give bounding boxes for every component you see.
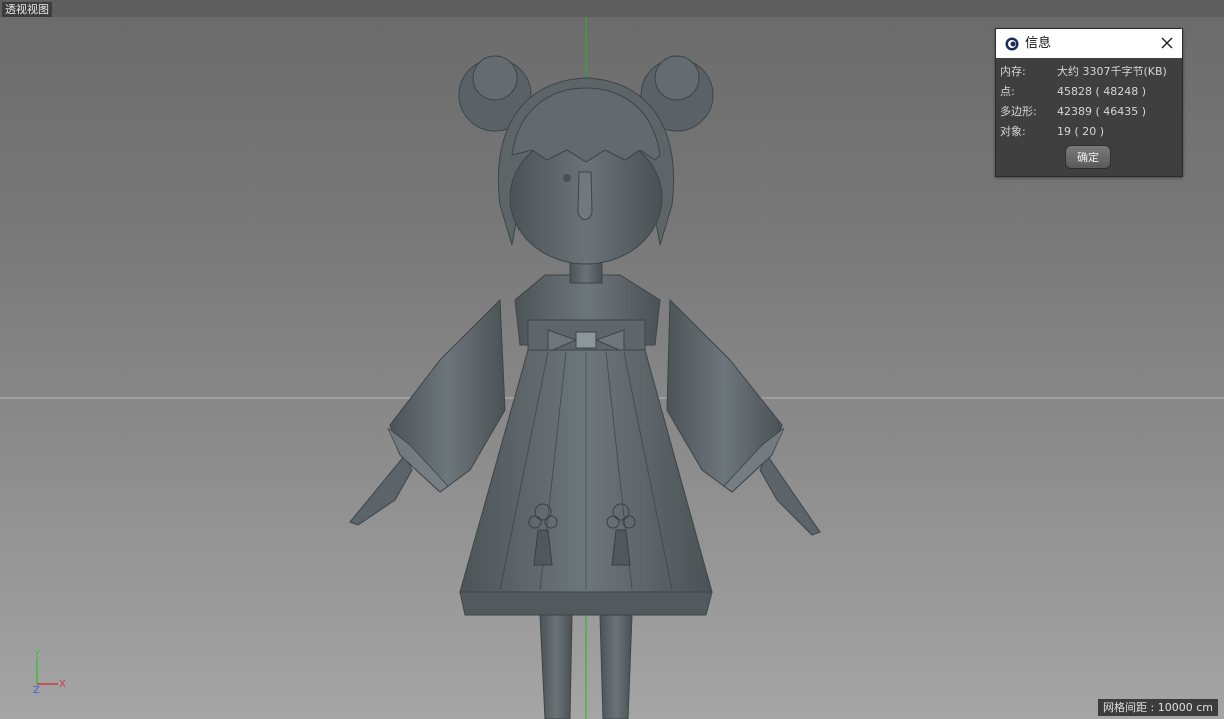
info-dialog: 信息 内存: 大约 3307千字节(KB) 点: 45828 ( 48248 )… <box>995 28 1183 177</box>
cinema4d-logo-icon <box>1005 37 1019 51</box>
y-axis-label: Y <box>33 649 41 660</box>
grid-spacing-label: 网格间距 : 10000 cm <box>1098 699 1218 716</box>
eye-dot <box>563 174 571 182</box>
nose <box>577 171 593 220</box>
info-row-value: 19 ( 20 ) <box>1057 125 1105 138</box>
info-row-value: 45828 ( 48248 ) <box>1057 85 1147 98</box>
x-axis-label: X <box>59 679 66 690</box>
close-icon[interactable] <box>1158 34 1176 52</box>
info-dialog-title: 信息 <box>1025 36 1052 51</box>
ok-button[interactable]: 确定 <box>1065 145 1111 169</box>
left-arm <box>349 298 506 526</box>
info-row-value: 42389 ( 46435 ) <box>1057 105 1147 118</box>
skirt-hem <box>459 591 713 616</box>
info-row-label: 内存: <box>1000 65 1026 78</box>
axis-gizmo: Y Z X <box>33 649 66 696</box>
info-row-value: 大约 3307千字节(KB) <box>1057 65 1167 78</box>
info-dialog-titlebar[interactable]: 信息 <box>996 29 1182 58</box>
info-row-label: 点: <box>1000 85 1015 98</box>
info-row-label: 对象: <box>1000 125 1026 138</box>
z-axis-label: Z <box>33 685 40 696</box>
right-arm <box>666 298 821 536</box>
info-row-label: 多边形: <box>1000 105 1037 118</box>
